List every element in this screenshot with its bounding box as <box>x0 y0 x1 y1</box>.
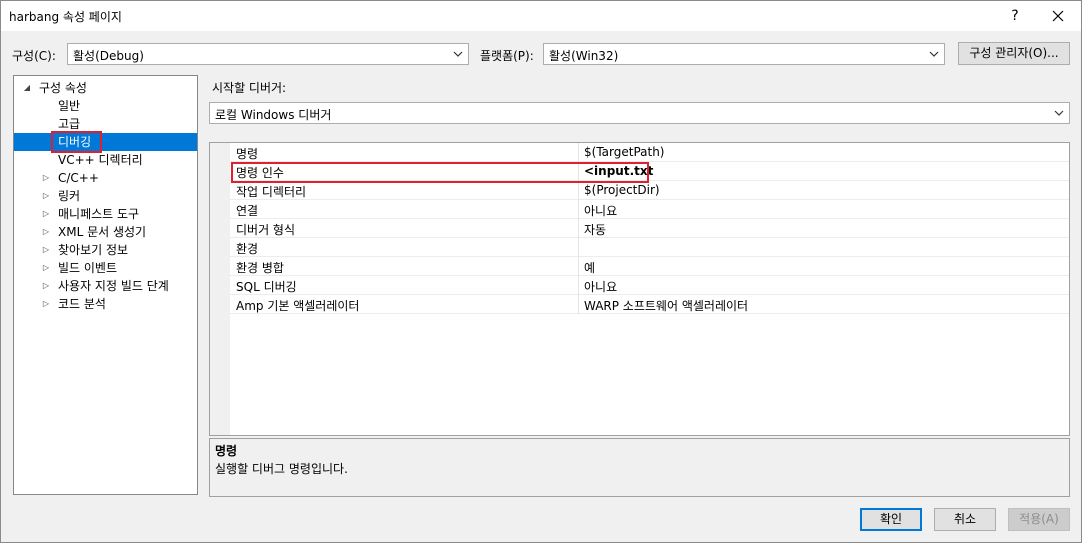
ok-button[interactable]: 확인 <box>860 508 922 531</box>
tree-item-configuration-properties[interactable]: ◢ 구성 속성 <box>14 79 197 97</box>
tree-item-label: 찾아보기 정보 <box>58 243 129 257</box>
column-separator <box>578 200 579 219</box>
description-title: 명령 <box>215 444 238 458</box>
tree-item-label: 구성 속성 <box>39 81 87 95</box>
tree-item-label: 링커 <box>58 189 81 203</box>
property-row-sql-debugging[interactable]: SQL 디버깅 아니요 <box>230 276 1069 295</box>
property-name: 연결 <box>236 204 259 218</box>
property-tree: ◢ 구성 속성 일반 고급 디버깅 VC++ 디렉터리 ▷ C/C++ ▷ 링커… <box>13 75 198 495</box>
property-value: WARP 소프트웨어 액셀러레이터 <box>584 299 749 313</box>
expand-icon[interactable]: ▷ <box>41 241 51 259</box>
close-button[interactable] <box>1041 3 1075 29</box>
column-separator <box>578 219 579 238</box>
column-separator <box>578 257 579 276</box>
column-separator <box>578 143 579 162</box>
expand-icon[interactable]: ▷ <box>41 205 51 223</box>
column-separator <box>578 276 579 295</box>
platform-label: 플랫폼(P): <box>480 49 534 63</box>
property-value: $(TargetPath) <box>584 145 665 159</box>
property-row-environment[interactable]: 환경 <box>230 238 1069 257</box>
property-value: $(ProjectDir) <box>584 183 660 197</box>
tree-item-label: 코드 분석 <box>58 297 106 311</box>
property-name: 환경 병합 <box>236 261 284 275</box>
debugger-dropdown[interactable]: 로컬 Windows 디버거 <box>209 102 1070 124</box>
tree-item-build-events[interactable]: ▷ 빌드 이벤트 <box>14 259 197 277</box>
property-value: 예 <box>584 261 596 275</box>
debugger-label: 시작할 디버거: <box>212 81 287 95</box>
tree-item-label: 매니페스트 도구 <box>58 207 140 221</box>
tree-item-xml-doc-generator[interactable]: ▷ XML 문서 생성기 <box>14 223 197 241</box>
highlight-box <box>51 131 102 153</box>
property-row-command[interactable]: 명령 $(TargetPath) <box>230 143 1069 162</box>
platform-dropdown[interactable]: 활성(Win32) <box>543 43 945 65</box>
property-pages-dialog: harbang 속성 페이지 ? 구성(C): 활성(Debug) 플랫폼(P)… <box>0 0 1082 543</box>
property-name: 환경 <box>236 242 259 256</box>
configuration-manager-button[interactable]: 구성 관리자(O)... <box>958 42 1070 65</box>
property-name: Amp 기본 액셀러레이터 <box>236 299 360 313</box>
config-label: 구성(C): <box>12 49 56 63</box>
tree-item-code-analysis[interactable]: ▷ 코드 분석 <box>14 295 197 313</box>
tree-item-vc-directories[interactable]: VC++ 디렉터리 <box>14 151 197 169</box>
tree-item-label: XML 문서 생성기 <box>58 225 147 239</box>
apply-button[interactable]: 적용(A) <box>1008 508 1070 531</box>
grid-gutter <box>210 143 230 435</box>
tree-item-custom-build-step[interactable]: ▷ 사용자 지정 빌드 단계 <box>14 277 197 295</box>
tree-item-label: 빌드 이벤트 <box>58 261 118 275</box>
window-title: harbang 속성 페이지 <box>9 10 122 24</box>
tree-item-debugging[interactable]: 디버깅 <box>14 133 197 151</box>
expand-icon[interactable]: ▷ <box>41 295 51 313</box>
expand-icon[interactable]: ▷ <box>41 169 51 187</box>
close-icon <box>1052 10 1064 22</box>
tree-item-label: 일반 <box>58 99 81 113</box>
expand-icon[interactable]: ▷ <box>41 187 51 205</box>
help-button[interactable]: ? <box>1003 3 1027 29</box>
property-name: 작업 디렉터리 <box>236 185 307 199</box>
chevron-down-icon <box>929 51 939 57</box>
column-separator <box>578 181 579 200</box>
chevron-down-icon <box>1054 110 1064 116</box>
tree-item-label: VC++ 디렉터리 <box>58 153 143 167</box>
expand-icon[interactable]: ▷ <box>41 259 51 277</box>
chevron-down-icon <box>453 51 463 57</box>
title-bar: harbang 속성 페이지 ? <box>1 1 1081 31</box>
tree-item-general[interactable]: 일반 <box>14 97 197 115</box>
debugger-value: 로컬 Windows 디버거 <box>215 108 332 122</box>
tree-item-label: 사용자 지정 빌드 단계 <box>58 279 169 293</box>
property-value: 아니요 <box>584 280 618 294</box>
collapse-icon[interactable]: ◢ <box>22 79 32 97</box>
column-separator <box>578 238 579 257</box>
tree-item-label: C/C++ <box>58 171 99 185</box>
property-name: 명령 <box>236 147 259 161</box>
property-row-debugger-type[interactable]: 디버거 형식 자동 <box>230 219 1069 238</box>
tree-item-browse-information[interactable]: ▷ 찾아보기 정보 <box>14 241 197 259</box>
property-grid: 명령 $(TargetPath) 명령 인수 <input.txt 작업 디렉터… <box>209 142 1070 436</box>
property-row-merge-environment[interactable]: 환경 병합 예 <box>230 257 1069 276</box>
highlight-box <box>231 162 649 183</box>
property-value: 자동 <box>584 223 607 237</box>
description-pane: 명령 실행할 디버그 명령입니다. <box>209 438 1070 497</box>
property-row-amp-default-accelerator[interactable]: Amp 기본 액셀러레이터 WARP 소프트웨어 액셀러레이터 <box>230 295 1069 314</box>
tree-item-advanced[interactable]: 고급 <box>14 115 197 133</box>
property-row-attach[interactable]: 연결 아니요 <box>230 200 1069 219</box>
expand-icon[interactable]: ▷ <box>41 223 51 241</box>
property-name: SQL 디버깅 <box>236 280 297 294</box>
expand-icon[interactable]: ▷ <box>41 277 51 295</box>
config-value: 활성(Debug) <box>73 49 144 63</box>
tree-item-manifest-tool[interactable]: ▷ 매니페스트 도구 <box>14 205 197 223</box>
property-name: 디버거 형식 <box>236 223 296 237</box>
cancel-button[interactable]: 취소 <box>934 508 996 531</box>
description-text: 실행할 디버그 명령입니다. <box>215 462 348 476</box>
platform-value: 활성(Win32) <box>549 49 619 63</box>
property-row-working-directory[interactable]: 작업 디렉터리 $(ProjectDir) <box>230 181 1069 200</box>
column-separator <box>578 295 579 314</box>
property-value: 아니요 <box>584 204 618 218</box>
tree-item-linker[interactable]: ▷ 링커 <box>14 187 197 205</box>
config-dropdown[interactable]: 활성(Debug) <box>67 43 469 65</box>
tree-item-c-cpp[interactable]: ▷ C/C++ <box>14 169 197 187</box>
